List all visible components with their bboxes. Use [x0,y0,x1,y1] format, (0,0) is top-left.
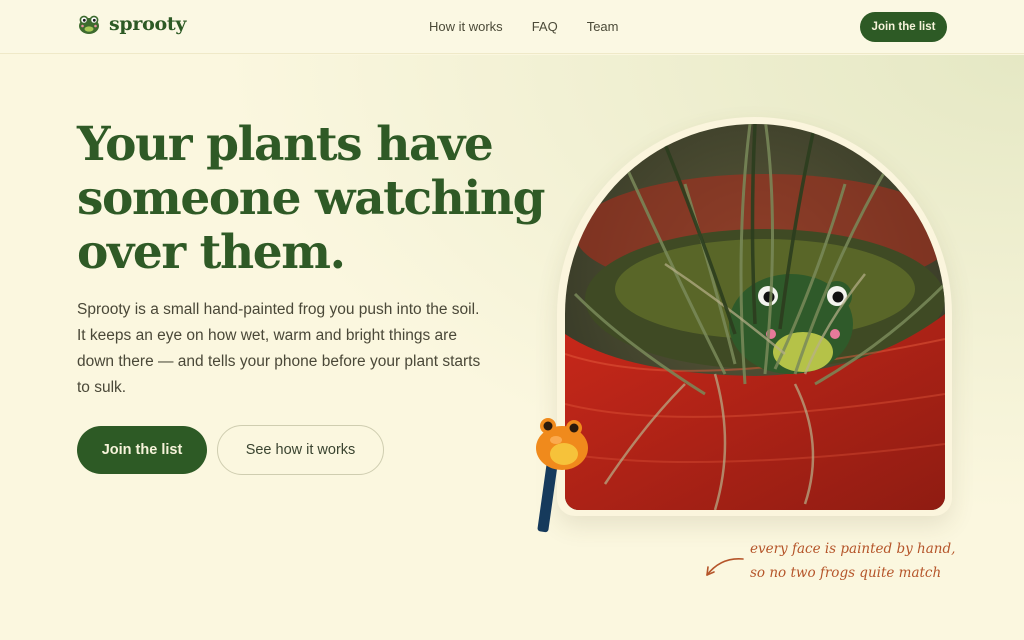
main-nav: How it works FAQ Team [429,19,619,34]
brand-logo[interactable]: sprooty [78,13,186,35]
nav-link-how-it-works[interactable]: How it works [429,19,503,34]
curved-arrow-icon [706,558,744,576]
note-line: so no two frogs quite match [750,565,942,581]
join-list-button[interactable]: Join the list [77,426,207,474]
headline-line: over them. [77,225,346,280]
headline-line: Your plants have [77,117,494,172]
see-how-it-works-button[interactable]: See how it works [217,425,384,475]
hero-description: Sprooty is a small hand-painted frog you… [77,297,527,401]
hero-photo [565,124,945,510]
nav-link-faq[interactable]: FAQ [532,19,558,34]
photo-caption-note: every face is painted by hand, so no two… [750,537,1000,585]
header-join-button[interactable]: Join the list [860,12,947,42]
note-line: every face is painted by hand, [750,541,956,557]
brand-name: sprooty [109,13,187,35]
nav-link-team[interactable]: Team [587,19,619,34]
description-line: Sprooty is a small hand-painted frog you… [77,301,480,318]
description-line: down there — and tells your phone before… [77,353,481,370]
hero-headline: Your plants have someone watching over t… [77,118,547,280]
description-line: It keeps an eye on how wet, warm and bri… [77,327,457,344]
site-header: sprooty How it works FAQ Team Join the l… [0,0,1024,54]
description-line: to sulk. [77,379,127,396]
frog-stake-illustration [526,410,598,535]
headline-line: someone watching [77,171,546,226]
frog-face-icon [79,15,99,34]
